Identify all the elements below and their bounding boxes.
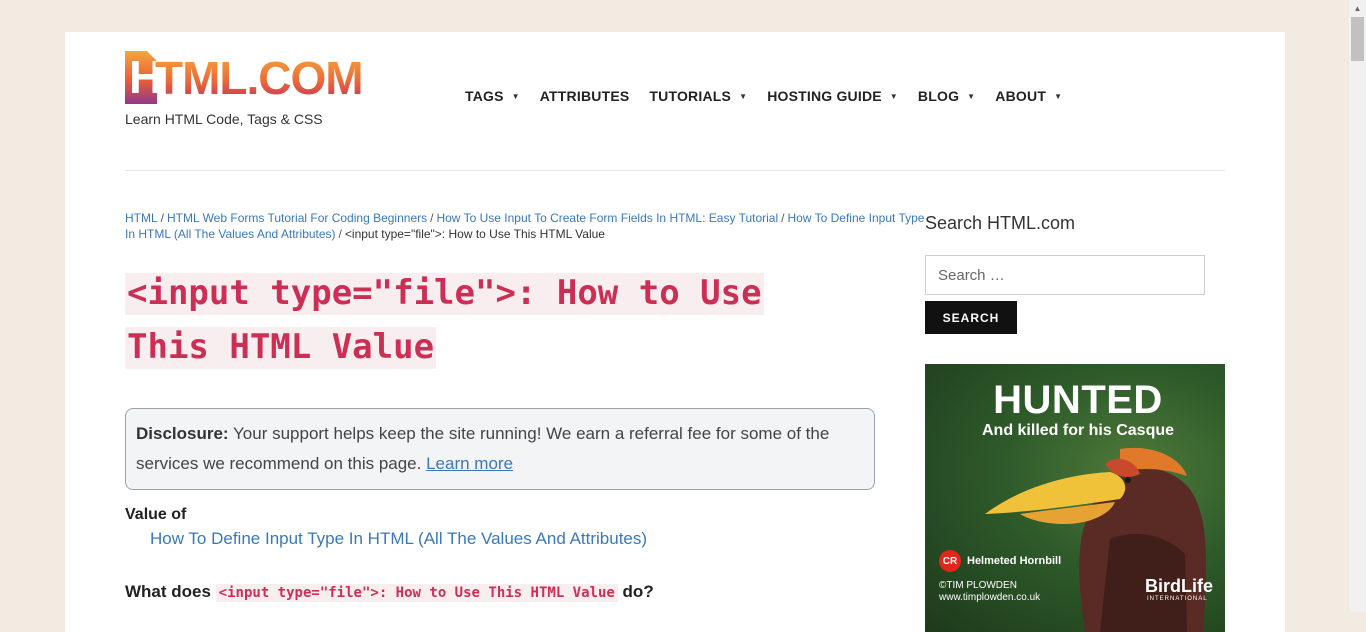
breadcrumb-separator: / [430,211,434,225]
breadcrumb-current: <input type="file">: How to Use This HTM… [344,227,605,241]
disclosure-label: Disclosure: [136,424,229,443]
caret-down-icon: ▼ [511,91,520,101]
breadcrumb-link-html[interactable]: HTML [125,211,158,225]
nav-tutorials[interactable]: TUTORIALS ▼ [649,88,747,104]
breadcrumb-link-input[interactable]: How To Use Input To Create Form Fields I… [436,211,778,225]
ad-credit-line-1: ©TIM PLOWDEN [939,580,1017,591]
birdlife-logo-sub: INTERNATIONAL [1147,596,1208,602]
nav-tags[interactable]: TAGS ▼ [465,88,520,104]
caret-down-icon: ▼ [739,91,748,101]
nav-tutorials-label: TUTORIALS [649,88,732,104]
nav-hosting-guide-label: HOSTING GUIDE [767,88,882,104]
search-input[interactable] [925,255,1205,295]
page-scrollbar[interactable]: ▲ [1349,0,1366,612]
site-tagline: Learn HTML Code, Tags & CSS [125,111,323,127]
sidebar-search-title: Search HTML.com [925,213,1076,233]
nav-blog-label: BLOG [917,88,960,104]
breadcrumb-separator: / [338,227,342,241]
value-of-link[interactable]: How To Define Input Type In HTML (All Th… [150,529,647,549]
nav-blog[interactable]: BLOG ▼ [918,88,975,104]
cr-badge: CR [939,550,961,572]
nav-hosting-guide[interactable]: HOSTING GUIDE ▼ [767,88,898,104]
ad-headline: HUNTED [993,378,1163,422]
breadcrumb: HTML / HTML Web Forms Tutorial For Coding … [125,210,925,242]
scrollbar-thumb[interactable] [1351,17,1364,61]
ad-subheadline: And killed for his Casque [981,422,1175,439]
page-title-line-1: <input type="file">: How to Use [125,273,764,315]
nav-about[interactable]: ABOUT ▼ [995,88,1062,104]
what-does-heading: What does <input type="file">: How to Us… [125,582,654,602]
breadcrumb-separator: / [781,211,785,225]
breadcrumb-separator: / [160,211,165,225]
nav-tags-label: TAGS [465,88,504,104]
what-does-code: <input type="file">: How to Use This HTM… [215,584,618,602]
page-container: H TML.COM Learn HTML Code, Tags & CSS TA… [65,32,1285,632]
site-logo[interactable]: H TML.COM [125,51,377,105]
search-button[interactable]: SEARCH [925,301,1017,334]
logo-wordmark: TML.COM [155,52,364,104]
nav-about-label: ABOUT [995,88,1047,104]
what-does-prefix: What does [125,582,216,601]
header-divider [125,170,1225,171]
caret-down-icon: ▼ [1054,91,1063,101]
ad-species-row: CR Helmeted Hornbill [939,550,1061,572]
nav-attributes[interactable]: ATTRIBUTES [540,88,630,104]
caret-down-icon: ▼ [889,91,898,101]
ad-credit: ©TIM PLOWDEN www.timplowden.co.uk [939,580,1040,604]
breadcrumb-link-web-forms[interactable]: HTML Web Forms Tutorial For Coding Begin… [167,211,427,225]
page-title-line-2: This HTML Value [125,327,437,369]
scroll-up-arrow-icon[interactable]: ▲ [1349,0,1366,17]
learn-more-link[interactable]: Learn more [426,454,513,473]
birdlife-logo: BirdLife [1145,576,1214,596]
caret-down-icon: ▼ [967,91,976,101]
ad-credit-line-2: www.timplowden.co.uk [939,592,1041,603]
ad-species-name: Helmeted Hornbill [967,555,1062,567]
logo-h-mark: H [125,51,162,104]
value-of-label: Value of [125,506,187,523]
what-does-suffix: do? [617,582,654,601]
disclosure-box: Disclosure: Your support helps keep the … [125,408,875,490]
main-nav: TAGS ▼ ATTRIBUTES TUTORIALS ▼ HOSTING GU… [465,88,1082,104]
ad-banner[interactable]: HUNTED And killed for his Casque CR Helm… [925,364,1225,632]
nav-attributes-label: ATTRIBUTES [539,88,630,104]
page-title: <input type="file">: How to Use This HTM… [125,266,845,374]
